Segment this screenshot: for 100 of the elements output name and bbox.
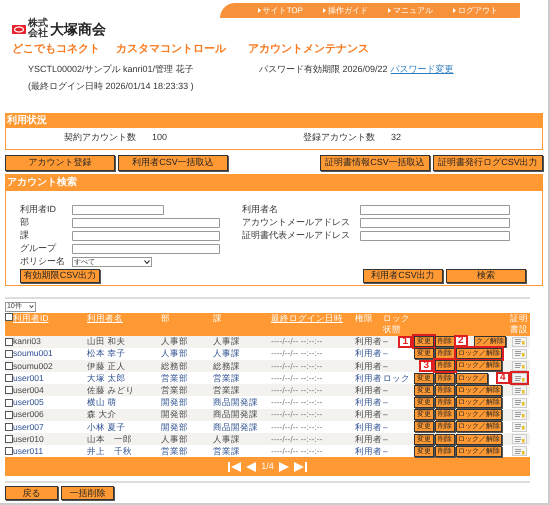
previous-page-icon[interactable] (246, 462, 256, 472)
document-edit-icon (514, 448, 524, 455)
user-id: user004 (13, 384, 44, 397)
page-title: アカウントメンテナンス (248, 42, 369, 57)
column-header: ロック状態 (383, 312, 410, 334)
table-cell: 横山 萌 (87, 397, 116, 408)
table-cell: – (383, 360, 388, 371)
table-cell: – (383, 336, 388, 346)
table-cell: – (383, 434, 388, 444)
table-cell: 商品開発課 (213, 409, 258, 420)
checkbox[interactable] (5, 312, 13, 320)
table-cell: 商品開発課 (213, 397, 258, 408)
table-cell: 人事課 (213, 348, 240, 358)
search-form-button[interactable]: 利用者CSV出力 (363, 268, 443, 282)
table-cell: 利用者 (355, 348, 382, 358)
document-edit-icon (514, 350, 524, 358)
table-cell: 人事部 (161, 348, 188, 358)
footer-button[interactable]: 戻る (5, 486, 58, 500)
document-edit-icon (514, 338, 524, 346)
chevron-icon (388, 8, 391, 13)
text-field[interactable] (72, 244, 220, 254)
logo-name: 大塚商会 (50, 22, 106, 36)
table-cell: ----/--/-- --:--:-- (271, 360, 322, 371)
certificate-settings-button[interactable] (512, 385, 526, 396)
certificate-settings-button[interactable] (512, 348, 526, 359)
checkbox[interactable] (5, 374, 13, 382)
table-cell: – (383, 446, 388, 456)
table-cell: 利用者 (355, 409, 382, 420)
text-field[interactable] (360, 231, 510, 241)
table-cell: ----/--/-- --:--:-- (271, 422, 322, 432)
certificate-settings-button[interactable] (512, 360, 526, 371)
certificate-settings-button[interactable] (512, 410, 526, 420)
search-form-button[interactable]: 検索 (446, 268, 526, 282)
document-edit-icon (514, 374, 524, 382)
checkbox[interactable] (5, 362, 13, 370)
table-cell: 人事課 (213, 434, 240, 444)
certificate-settings-button[interactable] (512, 336, 526, 347)
table-cell: 営業課 (213, 446, 240, 456)
export-button[interactable]: 有効期限CSV出力 (20, 268, 100, 282)
password-change-link[interactable]: パスワード変更 (390, 62, 454, 94)
checkbox[interactable] (5, 422, 13, 431)
table-cell: ----/--/-- --:--:-- (271, 434, 322, 444)
text-field[interactable] (360, 205, 510, 215)
document-edit-icon (514, 362, 524, 370)
table-cell: 人事課 (213, 336, 240, 346)
text-field[interactable] (72, 218, 220, 228)
section-title: アカウント検索 (6, 174, 542, 190)
table-cell: 森 大介 (87, 409, 116, 420)
page-indicator: 1/4 (261, 460, 274, 474)
table-cell: 人事部 (161, 336, 188, 346)
text-field[interactable] (360, 218, 510, 228)
table-cell: 山田 和夫 (87, 336, 126, 346)
user-id: user010 (13, 432, 44, 446)
user-id: kanri03 (13, 335, 41, 348)
certificate-settings-button[interactable] (512, 422, 526, 432)
text-field[interactable] (72, 231, 220, 241)
user-id: user011 (13, 444, 44, 458)
table-cell: 利用者 (355, 422, 382, 432)
checkbox[interactable] (5, 350, 13, 358)
action-button[interactable]: 証明書情報CSV一括取込 (320, 154, 430, 170)
table-cell: 松本 幸子 (87, 348, 126, 358)
action-button[interactable]: 利用者CSV一括取込 (118, 154, 228, 170)
stat-value: 32 (391, 131, 402, 144)
logo-prefix: 株式会社 (28, 19, 48, 39)
checkbox[interactable] (5, 338, 13, 346)
dropdown-caret-icon (144, 260, 150, 264)
certificate-settings-button[interactable] (512, 434, 526, 444)
table-cell: – (383, 422, 388, 432)
checkbox[interactable] (5, 447, 13, 456)
table-cell: 営業課 (213, 384, 240, 395)
table-cell: ----/--/-- --:--:-- (271, 384, 322, 395)
table-cell: 開発部 (161, 397, 188, 408)
first-page-icon[interactable] (228, 462, 242, 472)
checkbox[interactable] (5, 435, 13, 444)
checkbox[interactable] (5, 410, 13, 419)
stat-label: 契約アカウント数 (64, 131, 137, 144)
action-button[interactable]: アカウント登録 (5, 154, 115, 170)
document-edit-icon (514, 411, 524, 418)
chevron-icon (258, 8, 261, 13)
user-id: user001 (13, 372, 44, 385)
text-field[interactable] (72, 205, 164, 215)
action-button[interactable]: 証明書発行ログCSV出力 (433, 154, 543, 170)
certificate-settings-button[interactable] (512, 398, 526, 408)
table-cell: 利用者 (355, 397, 382, 408)
field-label: グループ (20, 242, 58, 256)
table-cell: 営業部 (161, 446, 188, 456)
checkbox[interactable] (5, 386, 13, 394)
table-cell: 総務部 (161, 360, 188, 371)
column-header: 権限 (355, 312, 373, 324)
certificate-settings-button[interactable] (512, 373, 526, 384)
field-label: 利用者ID (20, 203, 57, 216)
footer-button[interactable]: 一括削除 (61, 486, 114, 500)
certificate-settings-button[interactable] (512, 446, 526, 456)
last-page-icon[interactable] (294, 462, 307, 472)
field-label: 課 (20, 229, 30, 242)
checkbox[interactable] (5, 398, 13, 407)
next-page-icon[interactable] (278, 462, 289, 472)
table-cell: 開発部 (161, 409, 188, 420)
table-cell: 人事部 (161, 434, 188, 444)
user-id: soumu002 (13, 360, 53, 372)
